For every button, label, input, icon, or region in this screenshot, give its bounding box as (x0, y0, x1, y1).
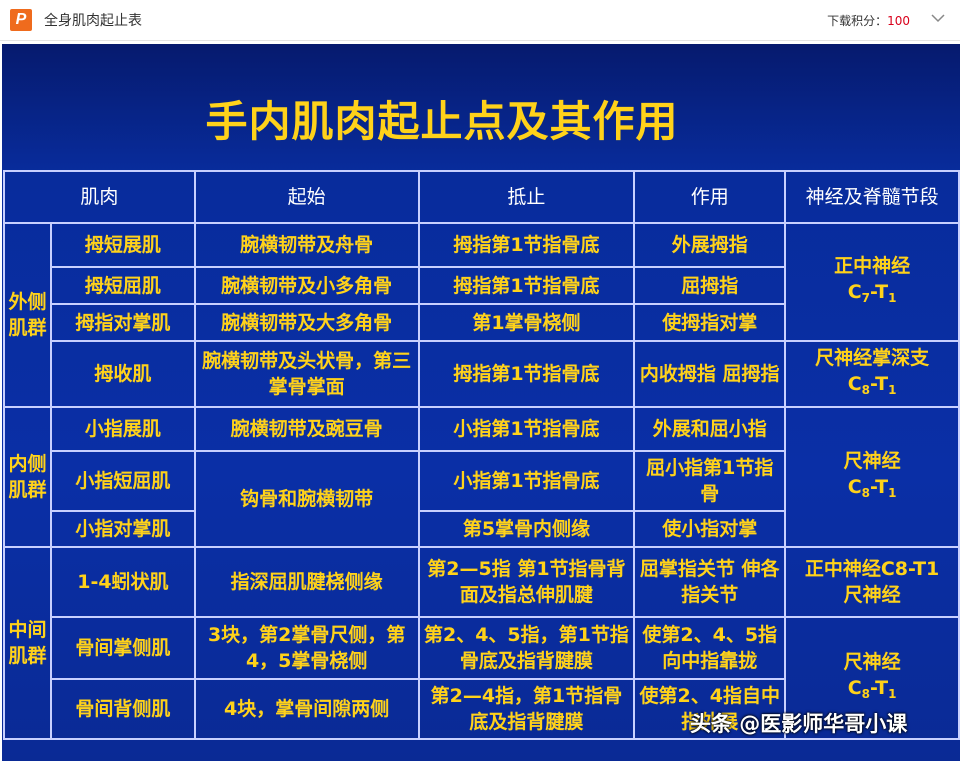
nerve-cell-mixed: 正中神经C8-T1 尺神经 (784, 546, 960, 618)
table-row: 内侧肌群 小指展肌 腕横韧带及豌豆骨 小指第1节指骨底 外展和屈小指 尺神经 C8… (3, 406, 960, 548)
nerve-label: 正中神经 (834, 255, 911, 277)
header-action: 作用 (633, 170, 787, 224)
header-muscle: 肌肉 (3, 170, 196, 224)
nerve-segment: C8-T1 (847, 476, 897, 500)
nerve-label: 尺神经 (843, 450, 901, 472)
muscle-cell: 小指短屈肌 (49, 450, 196, 512)
origin-cell: 腕横韧带及小多角骨 (193, 266, 420, 305)
insertion-cell: 拇指第1节指骨底 (417, 340, 636, 408)
nerve-cell-ulnar: 尺神经 C8-T1 (784, 406, 960, 548)
muscle-cell: 拇短展肌 (49, 222, 196, 268)
header-nerve: 神经及脊髓节段 (784, 170, 960, 224)
group-lateral: 外侧肌群 (3, 222, 52, 408)
document-title: 全身肌肉起止表 (44, 13, 142, 29)
origin-cell: 腕横韧带及豌豆骨 (193, 406, 420, 452)
muscle-cell: 拇收肌 (49, 340, 196, 408)
nerve-segment: C8-T1 (847, 373, 897, 397)
score-value: 100 (887, 14, 910, 28)
header-origin: 起始 (193, 170, 420, 224)
action-cell: 屈掌指关节 伸各指关节 (633, 546, 787, 618)
insertion-cell: 小指第1节指骨底 (417, 450, 636, 512)
nerve-label: 尺神经 (843, 651, 901, 673)
chevron-down-icon[interactable] (930, 10, 946, 26)
slide: 手内肌肉起止点及其作用 肌肉 起始 抵止 作用 神经及脊髓节段 外侧肌群 拇短展… (2, 44, 960, 761)
action-cell: 屈小指第1节指骨 (633, 450, 787, 512)
muscle-cell: 拇短屈肌 (49, 266, 196, 305)
origin-cell: 4块，掌骨间隙两侧 (193, 678, 420, 740)
origin-cell: 钩骨和腕横韧带 (193, 450, 420, 548)
table-row: 骨间掌侧肌 3块，第2掌骨尺侧，第4，5掌骨桡侧 第2、4、5指，第1节指骨底及… (4, 616, 960, 740)
insertion-cell: 小指第1节指骨底 (417, 406, 636, 452)
action-cell: 外展拇指 (633, 222, 787, 268)
insertion-cell: 第2、4、5指，第1节指骨底及指背腱膜 (417, 616, 636, 680)
action-cell: 外展和屈小指 (633, 406, 787, 452)
nerve-segment: C7-T1 (847, 281, 897, 305)
origin-cell: 腕横韧带及大多角骨 (193, 303, 420, 342)
insertion-cell: 第1掌骨桡侧 (417, 303, 636, 342)
muscle-cell: 骨间掌侧肌 (49, 616, 196, 680)
origin-cell: 指深屈肌腱桡侧缘 (193, 546, 420, 618)
watermark: 头条 @医影师华哥小课 (690, 712, 908, 736)
muscle-cell: 小指展肌 (49, 406, 196, 452)
nerve-segment: C8-T1 (847, 677, 897, 701)
insertion-cell: 第2—4指，第1节指骨底及指背腱膜 (417, 678, 636, 740)
action-cell: 屈拇指 (633, 266, 787, 305)
nerve-label: 尺神经 (843, 584, 901, 606)
insertion-cell: 第5掌骨内侧缘 (417, 510, 636, 548)
muscle-cell: 拇指对掌肌 (49, 303, 196, 342)
group-medial: 内侧肌群 (3, 406, 52, 548)
score-label: 下载积分： (827, 14, 888, 28)
nerve-label: 正中神经C8-T1 (804, 558, 940, 580)
header-insertion: 抵止 (417, 170, 636, 224)
table-header-row: 肌肉 起始 抵止 作用 神经及脊髓节段 (3, 170, 960, 224)
muscle-cell: 骨间背侧肌 (49, 678, 196, 740)
origin-cell: 腕横韧带及舟骨 (193, 222, 420, 268)
muscle-cell: 小指对掌肌 (49, 510, 196, 548)
top-bar: P 全身肌肉起止表 下载积分：100 (0, 0, 960, 41)
slide-title: 手内肌肉起止点及其作用 (205, 97, 679, 146)
nerve-label: 尺神经掌深支 (815, 347, 930, 369)
insertion-cell: 第2—5指 第1节指骨背面及指总伸肌腱 (417, 546, 636, 618)
insertion-cell: 拇指第1节指骨底 (417, 266, 636, 305)
nerve-cell-ulnar-deep: 尺神经掌深支 C8-T1 (784, 340, 960, 408)
table-row: 中间肌群 1-4蚓状肌 指深屈肌腱桡侧缘 第2—5指 第1节指骨背面及指总伸肌腱… (3, 546, 960, 740)
action-cell: 使第2、4、5指向中指靠拢 (633, 616, 787, 680)
table-row: 外侧肌群 拇短展肌 腕横韧带及舟骨 拇指第1节指骨底 外展拇指 正中神经 C7-T… (3, 222, 960, 408)
muscle-table: 肌肉 起始 抵止 作用 神经及脊髓节段 外侧肌群 拇短展肌 腕横韧带及舟骨 拇指… (3, 170, 960, 740)
group-middle: 中间肌群 (3, 546, 52, 740)
muscle-cell: 1-4蚓状肌 (49, 546, 196, 618)
table-row: 拇收肌 腕横韧带及头状骨，第三掌骨掌面 拇指第1节指骨底 内收拇指 屈拇指 尺神… (4, 340, 960, 408)
origin-cell: 腕横韧带及头状骨，第三掌骨掌面 (193, 340, 420, 408)
download-score: 下载积分：100 (827, 12, 910, 29)
action-cell: 使拇指对掌 (633, 303, 787, 342)
origin-cell: 3块，第2掌骨尺侧，第4，5掌骨桡侧 (193, 616, 420, 680)
document-p-icon: P (10, 9, 32, 31)
action-cell: 使小指对掌 (633, 510, 787, 548)
insertion-cell: 拇指第1节指骨底 (417, 222, 636, 268)
action-cell: 内收拇指 屈拇指 (633, 340, 787, 408)
nerve-cell-median: 正中神经 C7-T1 (784, 222, 960, 342)
